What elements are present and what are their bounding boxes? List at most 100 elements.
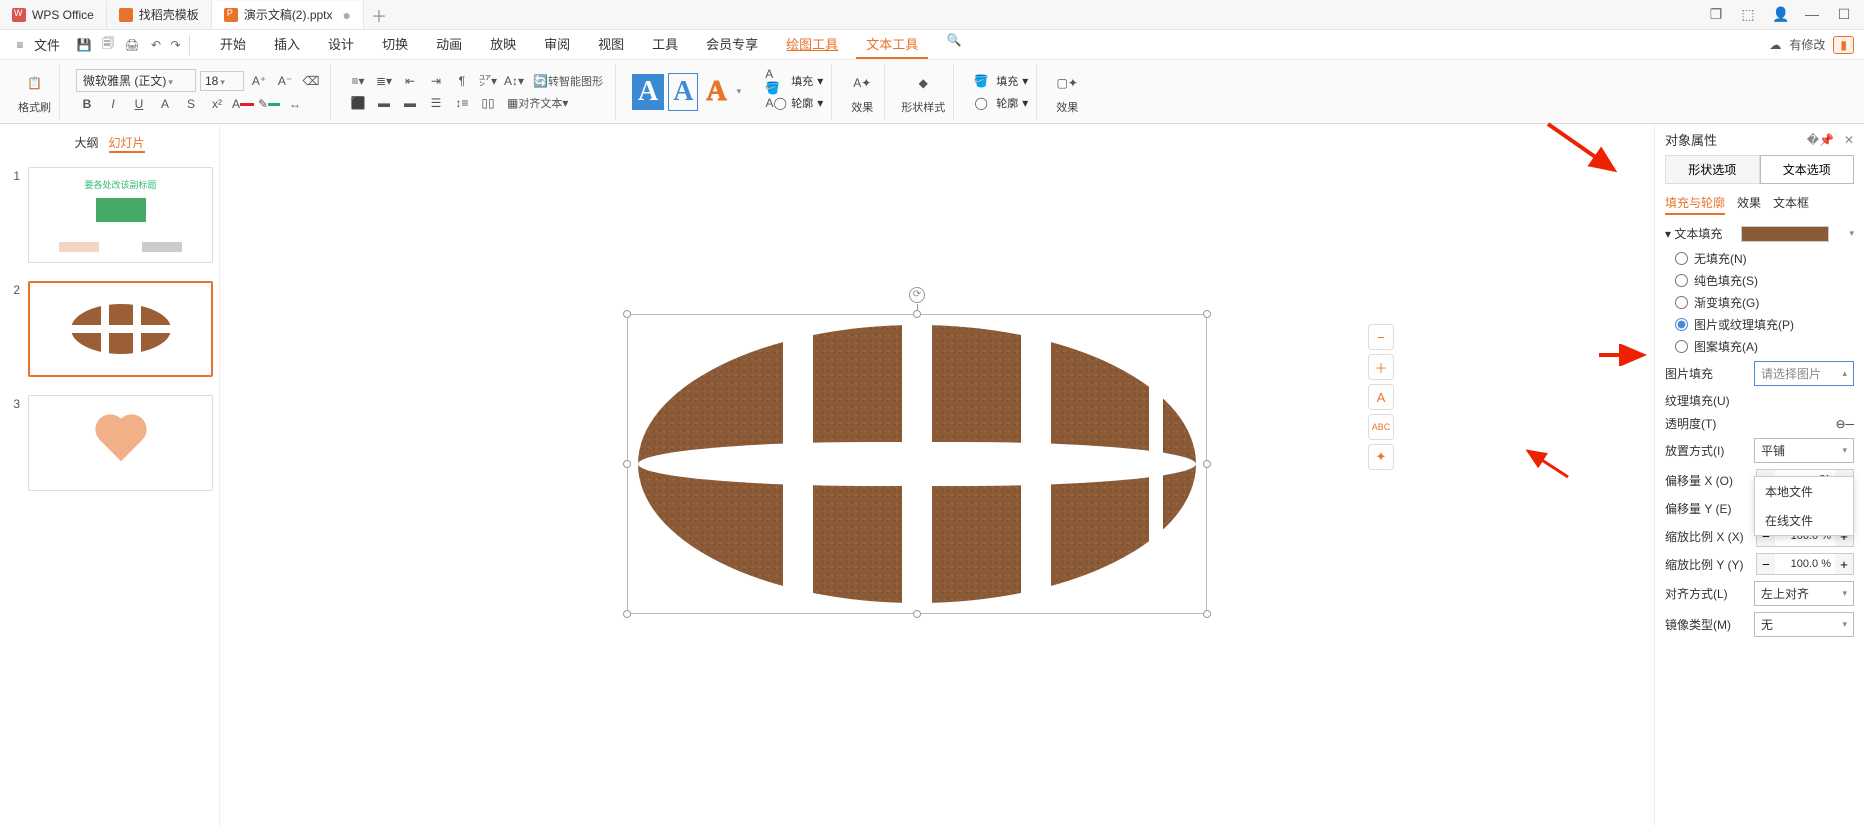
align-select[interactable]: 左上对齐▾: [1754, 581, 1854, 606]
justify-icon[interactable]: ☰: [425, 93, 447, 113]
wordart-style-2[interactable]: A: [668, 73, 698, 111]
rotate-handle[interactable]: ⟳: [909, 287, 925, 303]
pin-icon[interactable]: �📌: [1807, 133, 1834, 147]
maximize-icon[interactable]: ☐: [1836, 6, 1852, 23]
font-name-select[interactable]: 微软雅黑 (正文)▾: [76, 69, 196, 92]
user-icon[interactable]: 👤: [1772, 6, 1788, 23]
underline-icon[interactable]: U: [128, 94, 150, 114]
section-text-fill[interactable]: ▾ 文本填充 ▾: [1665, 225, 1854, 242]
shadow-icon[interactable]: A: [154, 94, 176, 114]
tab-docer[interactable]: 找稻壳模板: [107, 1, 212, 29]
menu-member[interactable]: 会员专享: [696, 30, 768, 59]
shape-effect-icon[interactable]: ▢✦: [1053, 69, 1081, 97]
menu-design[interactable]: 设计: [318, 30, 364, 59]
numbering-icon[interactable]: ≣▾: [373, 71, 395, 91]
resize-handle[interactable]: [1203, 310, 1211, 318]
minimize-icon[interactable]: —: [1804, 6, 1820, 23]
menu-start[interactable]: 开始: [210, 30, 256, 59]
canvas-area[interactable]: ⟳ − ＋ A ABC ✦: [220, 124, 1654, 826]
slide-canvas[interactable]: ⟳: [387, 204, 1487, 824]
menu-draw-tools[interactable]: 绘图工具: [776, 30, 848, 59]
italic-icon[interactable]: I: [102, 94, 124, 114]
box-icon[interactable]: ⬚: [1740, 6, 1756, 23]
radio-pattern-fill[interactable]: 图案填充(A): [1675, 338, 1854, 355]
scale-y-spinner[interactable]: −100.0 %+: [1756, 553, 1854, 575]
resize-handle[interactable]: [623, 460, 631, 468]
wordart-abc-button[interactable]: ABC: [1368, 414, 1394, 440]
slide-thumb-1[interactable]: 要各处改该副标题: [28, 167, 213, 263]
search-icon[interactable]: 🔍: [944, 30, 964, 50]
save-icon[interactable]: 💾: [74, 35, 94, 55]
clear-format-icon[interactable]: ⌫: [300, 71, 322, 91]
text-options-button[interactable]: 文本选项: [1760, 155, 1855, 184]
print-icon[interactable]: 🖨: [122, 35, 142, 55]
tab-close-icon[interactable]: ●: [343, 7, 351, 23]
wordart-style-1[interactable]: A: [632, 74, 664, 110]
zoom-in-button[interactable]: ＋: [1368, 354, 1394, 380]
text-fill-icon[interactable]: A🪣: [765, 71, 787, 91]
menu-file[interactable]: 文件: [34, 35, 60, 54]
text-dir-icon[interactable]: A↕▾: [503, 71, 525, 91]
tab-outline[interactable]: 大纲: [74, 134, 98, 153]
redo-icon[interactable]: ↷: [170, 35, 190, 55]
menu-review[interactable]: 审阅: [534, 30, 580, 59]
undo-icon[interactable]: ↶: [146, 35, 166, 55]
tab-effect[interactable]: 效果: [1737, 194, 1761, 215]
text-box[interactable]: ⟳: [627, 314, 1207, 614]
align-left-icon[interactable]: ⬛: [347, 93, 369, 113]
save-tag[interactable]: ▮: [1833, 36, 1854, 54]
text-effect-icon[interactable]: A✦: [848, 69, 876, 97]
font-color-icon[interactable]: A: [232, 94, 254, 114]
decrease-font-icon[interactable]: A⁻: [274, 71, 296, 91]
menu-animation[interactable]: 动画: [426, 30, 472, 59]
resize-handle[interactable]: [623, 610, 631, 618]
tab-textbox[interactable]: 文本框: [1773, 194, 1809, 215]
text-outline-icon[interactable]: A◯: [765, 93, 787, 113]
new-tab-button[interactable]: ＋: [364, 3, 394, 27]
texture-swatch[interactable]: [1741, 226, 1829, 242]
columns-icon[interactable]: ▯▯: [477, 93, 499, 113]
char-spacing-icon[interactable]: ↔: [284, 94, 306, 114]
shape-outline-icon[interactable]: ◯: [970, 93, 992, 113]
tab-fill-outline[interactable]: 填充与轮廓: [1665, 194, 1725, 215]
cloud-icon[interactable]: ☁: [1769, 38, 1781, 52]
superscript-icon[interactable]: x²: [206, 94, 228, 114]
slide-thumb-3[interactable]: [28, 395, 213, 491]
increase-font-icon[interactable]: A⁺: [248, 71, 270, 91]
zoom-out-button[interactable]: −: [1368, 324, 1394, 350]
resize-handle[interactable]: [623, 310, 631, 318]
radio-solid-fill[interactable]: 纯色填充(S): [1675, 272, 1854, 289]
line-spacing-icon[interactable]: ↕≡: [451, 93, 473, 113]
mirror-select[interactable]: 无▾: [1754, 612, 1854, 637]
shape-style-icon[interactable]: ◆: [909, 69, 937, 97]
wordart-a-button[interactable]: A: [1368, 384, 1394, 410]
slide-thumb-2[interactable]: [28, 281, 213, 377]
menu-hamburger-icon[interactable]: ≡: [10, 35, 30, 55]
menu-view[interactable]: 视图: [588, 30, 634, 59]
shape-options-button[interactable]: 形状选项: [1665, 155, 1760, 184]
trans-slider-icon[interactable]: ⊖─: [1835, 417, 1854, 431]
tab-document[interactable]: 演示文稿(2).pptx●: [212, 1, 364, 29]
resize-handle[interactable]: [1203, 610, 1211, 618]
tab-wps[interactable]: WPS Office: [0, 1, 107, 29]
align-center-icon[interactable]: ▬: [373, 93, 395, 113]
font-size-select[interactable]: 18▾: [200, 71, 244, 91]
align-right-icon[interactable]: ▬: [399, 93, 421, 113]
radio-gradient-fill[interactable]: 渐变填充(G): [1675, 294, 1854, 311]
resize-handle[interactable]: [913, 610, 921, 618]
shape-fill-icon[interactable]: 🪣: [970, 71, 992, 91]
resize-handle[interactable]: [913, 310, 921, 318]
menu-transition[interactable]: 切换: [372, 30, 418, 59]
bold-icon[interactable]: B: [76, 94, 98, 114]
menu-tools[interactable]: 工具: [642, 30, 688, 59]
wordart-sparkle-button[interactable]: ✦: [1368, 444, 1394, 470]
strike-icon[interactable]: S: [180, 94, 202, 114]
format-painter-icon[interactable]: 📋: [21, 69, 49, 97]
indent-dec-icon[interactable]: ⇤: [399, 71, 421, 91]
tab-slides[interactable]: 幻灯片: [109, 134, 145, 153]
bullets-icon[interactable]: ≡▾: [347, 71, 369, 91]
radio-picture-fill[interactable]: 图片或纹理填充(P): [1675, 316, 1854, 333]
tile-select[interactable]: 平铺▾: [1754, 438, 1854, 463]
close-panel-icon[interactable]: ✕: [1844, 133, 1854, 147]
radio-no-fill[interactable]: 无填充(N): [1675, 250, 1854, 267]
